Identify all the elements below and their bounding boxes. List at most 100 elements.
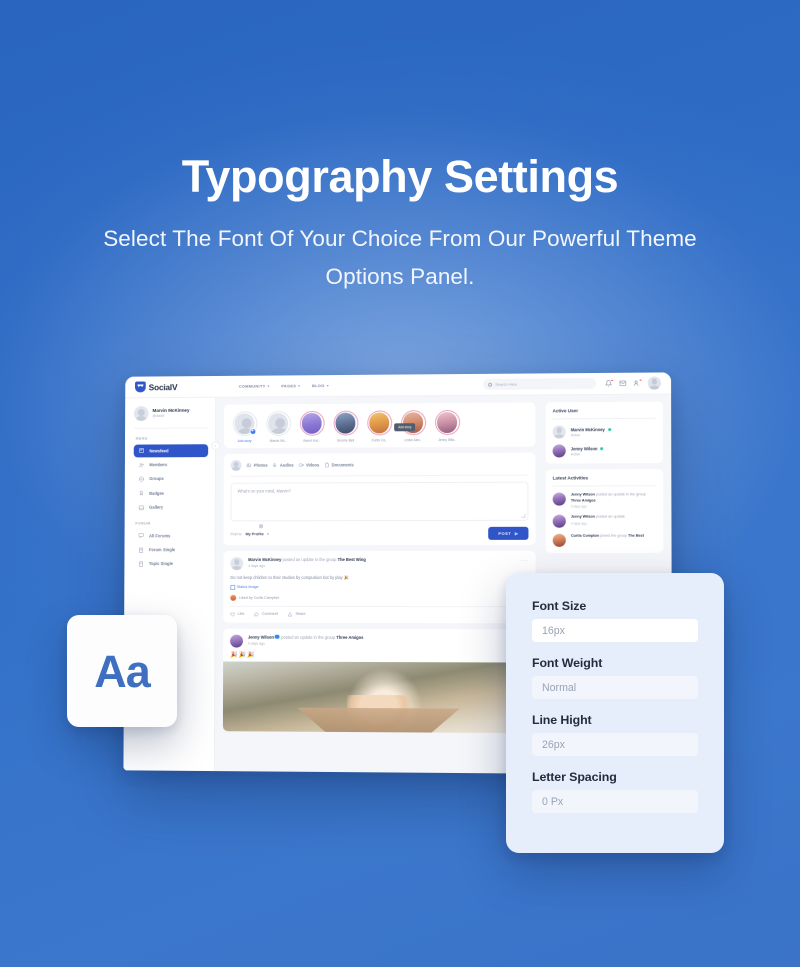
active-user-row[interactable]: Marvin McKinney Active — [552, 425, 656, 439]
story-label: Add story — [237, 439, 252, 444]
activity-row[interactable]: Jenny Wilson posted an update in the gro… — [552, 492, 656, 509]
activity-row[interactable]: Curtis Compton joined the group The Best — [552, 534, 657, 547]
line-height-input[interactable]: 26px — [532, 733, 698, 756]
story-item[interactable]: Curtis Ca.. — [364, 410, 394, 442]
activity-row[interactable]: Jenny Wilson posted an update 4 days ago — [552, 514, 657, 528]
nav-item-community[interactable]: COMMUNITY — [239, 383, 270, 389]
letter-spacing-input[interactable]: 0 Px — [532, 790, 698, 813]
sidebar-item-label: Forum Single — [148, 547, 176, 553]
sidebar-item-members[interactable]: Members — [134, 458, 208, 471]
sidebar-item-label: Newsfeed — [149, 448, 169, 454]
post-like-button[interactable]: Like — [230, 611, 244, 616]
sidebar-item-newsfeed[interactable]: Newsfeed — [133, 444, 209, 458]
activity-text: Jenny Wilson posted an update in the gro… — [571, 492, 656, 503]
sidebar-item-all-forums[interactable]: All Forums — [133, 529, 208, 542]
story-tooltip: Add story — [394, 423, 416, 432]
typography-settings-panel: Font Size 16px Font Weight Normal Line H… — [506, 573, 724, 853]
nav-item-pages[interactable]: PAGES — [281, 383, 301, 388]
post-button-label: POST — [498, 530, 512, 536]
socialv-shield-icon — [134, 381, 146, 393]
avatar[interactable] — [230, 634, 243, 648]
avatar: + — [232, 411, 257, 437]
option-label: Documents — [331, 462, 354, 468]
nav-item-blog[interactable]: BLOG — [312, 383, 329, 388]
composer-option-photos[interactable]: Photos — [246, 462, 268, 468]
avatar — [299, 410, 325, 436]
activity-text: Curtis Compton joined the group The Best — [571, 534, 644, 540]
header-actions — [605, 376, 661, 390]
brand-name: SocialV — [148, 381, 178, 392]
sidebar-profile[interactable]: Marvin McKinney @david — [133, 405, 209, 429]
post-to-select[interactable]: My Profile — [245, 531, 269, 536]
post-photo[interactable] — [222, 661, 536, 733]
sidebar-item-topic-single[interactable]: Topic Single — [133, 558, 208, 571]
heart-icon — [230, 611, 235, 616]
requests-icon[interactable] — [633, 378, 643, 387]
forum-single-icon — [138, 547, 144, 553]
story-add[interactable]: + Add story — [230, 411, 260, 443]
font-weight-input[interactable]: Normal — [532, 676, 698, 699]
story-item[interactable]: Jerome Bell — [331, 410, 361, 443]
post-time: 4 days ago — [248, 564, 266, 569]
send-icon — [514, 531, 519, 535]
option-label: Photos — [253, 462, 268, 468]
sidebar-item-groups[interactable]: Groups — [134, 472, 208, 485]
composer-option-videos[interactable]: Videos — [299, 463, 319, 468]
post-textarea[interactable]: What's on your mind, Marvin? — [230, 481, 529, 522]
search-input[interactable]: Search Here — [483, 377, 596, 390]
font-size-input[interactable]: 16px — [532, 619, 698, 642]
avatar — [552, 444, 566, 458]
notification-badge — [610, 378, 614, 383]
video-icon — [299, 463, 304, 468]
main-nav: COMMUNITY PAGES BLOG — [239, 383, 329, 389]
action-label: Like — [237, 611, 245, 616]
field-font-weight: Font Weight Normal — [532, 656, 698, 699]
activity-author: Jenny Wilson — [570, 514, 595, 519]
brand-logo[interactable]: SocialV — [134, 381, 231, 393]
messages-envelope-icon[interactable] — [619, 380, 626, 387]
post-author-line: Marvin McKinney posted an update in the … — [248, 557, 515, 563]
post-menu-button[interactable]: ··· — [521, 557, 529, 564]
active-user-row[interactable]: Jenny Wilson Active — [552, 444, 656, 458]
widget-title: Active User — [552, 407, 656, 420]
composer-footer: Post to My Profile POST — [230, 524, 529, 540]
user-name: Jenny Wilson — [570, 445, 598, 451]
composer-option-documents[interactable]: Documents — [324, 462, 354, 467]
story-item[interactable]: Jenny Wils.. — [432, 409, 462, 442]
avatar — [366, 410, 392, 436]
privacy-icon — [259, 524, 264, 529]
avatar — [333, 410, 358, 436]
post-share-button[interactable]: Share — [288, 611, 305, 616]
gallery-icon — [138, 504, 144, 510]
feed-column: + Add story Marvin Mc.. Aaron Iron.. Jer… — [215, 395, 544, 773]
field-label: Letter Spacing — [532, 770, 617, 784]
avatar[interactable] — [230, 557, 244, 571]
online-status-dot — [607, 427, 611, 431]
story-label: Jerome Bell — [336, 438, 355, 443]
sidebar-item-gallery[interactable]: Gallery — [133, 501, 208, 514]
notifications-bell-icon[interactable] — [605, 378, 614, 387]
story-item[interactable]: Aaron Iron.. — [297, 410, 327, 443]
post-header: Marvin McKinney posted an update in the … — [230, 557, 529, 571]
sidebar-collapse-button[interactable]: ‹ — [210, 441, 220, 451]
image-alt-text: Status image — [236, 585, 259, 590]
font-sample-card: Aa — [67, 615, 177, 727]
avatar — [434, 409, 460, 436]
user-status: Active — [570, 451, 581, 456]
post-button[interactable]: POST — [488, 526, 529, 540]
share-icon — [288, 611, 293, 616]
sidebar-item-label: Gallery — [149, 504, 164, 510]
liked-by-text: Liked by Curtis Campher — [239, 595, 280, 600]
composer-option-audios[interactable]: Audios — [272, 463, 294, 468]
post-body: Do not keep children to their studies by… — [230, 574, 349, 580]
story-label: Curtis Ca.. — [371, 438, 387, 443]
story-item[interactable]: Marvin Mc.. — [263, 411, 293, 443]
sidebar-item-forum-single[interactable]: Forum Single — [133, 543, 208, 556]
feed-post: Jenny Wilson posted an update in the gro… — [222, 628, 536, 733]
post-comment-button[interactable]: Comment — [254, 611, 278, 616]
comment-icon — [254, 611, 259, 616]
broken-image-icon — [230, 585, 235, 590]
active-user-widget: Active User Marvin McKinney Active Jenny… — [545, 401, 664, 464]
user-avatar[interactable] — [647, 376, 661, 390]
sidebar-item-badges[interactable]: Badges — [134, 487, 208, 500]
